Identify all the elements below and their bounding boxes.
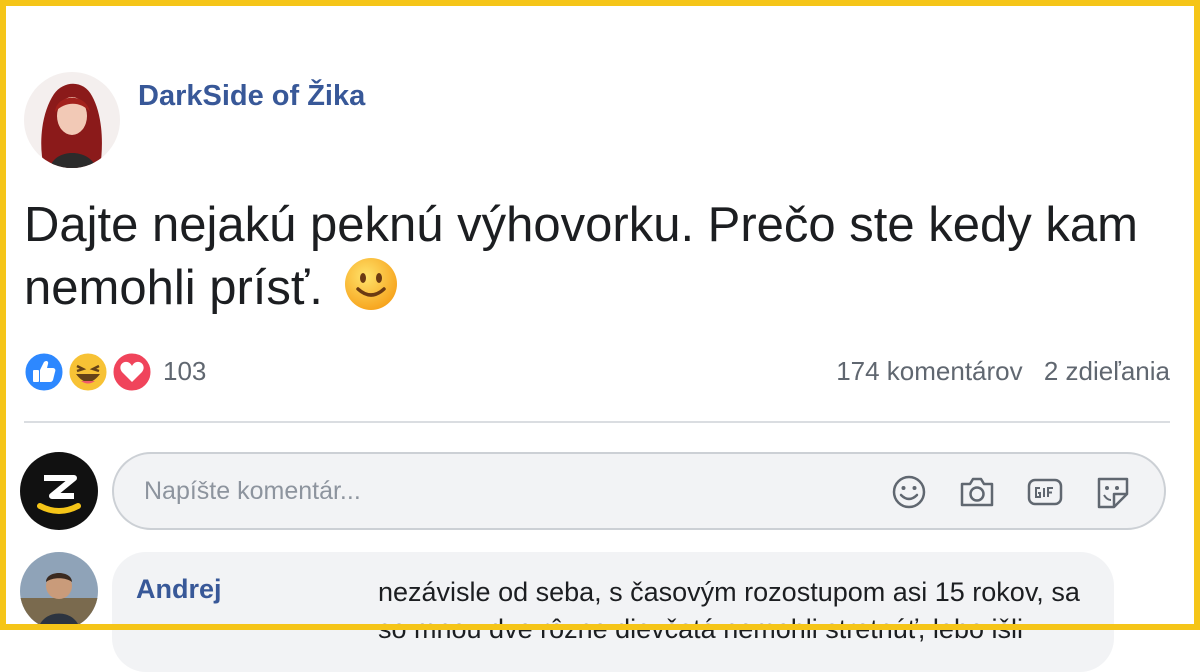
sticker-icon[interactable] [1092,472,1134,512]
post-text-content: Dajte nejakú peknú výhovorku. Prečo ste … [24,198,1138,315]
gif-icon[interactable] [1024,472,1066,512]
reaction-count[interactable]: 103 [163,356,206,387]
divider [24,421,1170,423]
comment-bubble: Andrej nezávisle od seba, s časovým rozo… [112,552,1114,672]
love-icon [110,350,154,394]
commenter-avatar[interactable] [20,552,98,630]
shares-count-link[interactable]: 2 zdieľania [1044,356,1170,386]
comment-input[interactable]: Napíšte komentár... [112,452,1166,530]
like-icon [22,350,66,394]
post-author-name[interactable]: DarkSide of Žika [138,80,365,113]
camera-icon[interactable] [956,472,998,512]
current-user-avatar[interactable] [20,452,98,530]
haha-icon [66,350,110,394]
emoji-icon[interactable] [888,472,930,512]
post-stats: 174 komentárov 2 zdieľania [836,356,1170,387]
comment-text: nezávisle od seba, s časovým rozostupom … [378,577,1080,644]
page-avatar[interactable] [24,72,120,168]
commenter-name[interactable]: Andrej [136,574,222,605]
post-text: Dajte nejakú peknú výhovorku. Prečo ste … [24,194,1164,327]
slightly-smiling-face-icon [343,256,399,327]
comments-count-link[interactable]: 174 komentárov [836,356,1022,386]
comment-placeholder: Napíšte komentár... [144,477,361,505]
